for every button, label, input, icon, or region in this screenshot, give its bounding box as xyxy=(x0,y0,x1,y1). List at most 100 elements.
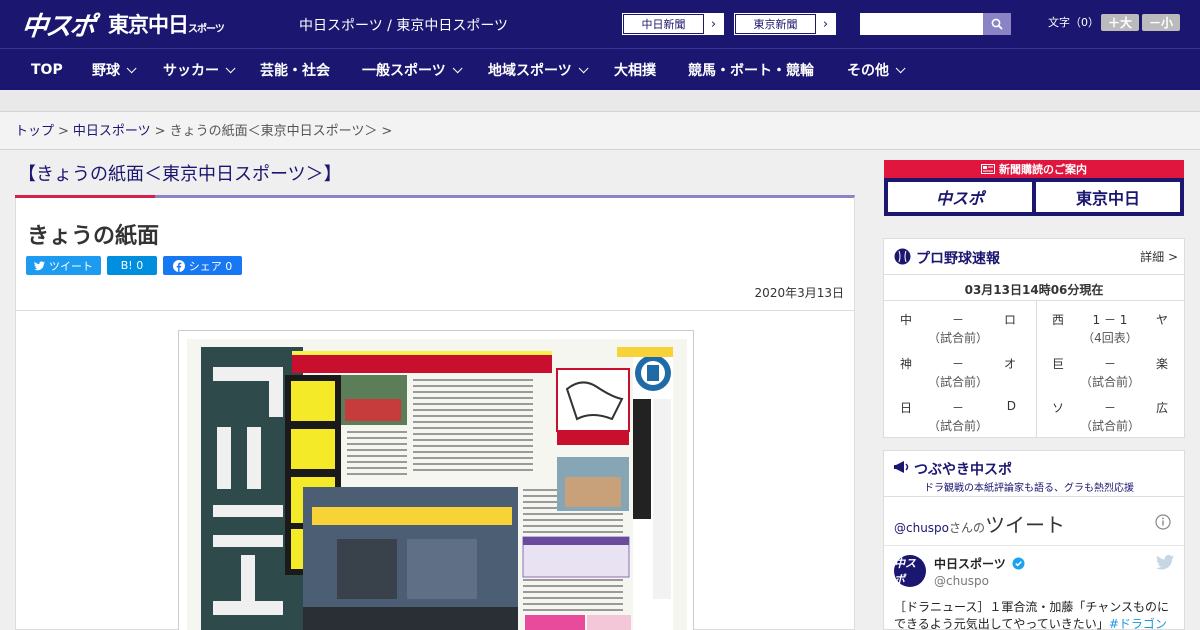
game-status: （試合前） xyxy=(927,419,988,433)
game-status: （試合前） xyxy=(927,331,988,345)
divider xyxy=(884,545,1184,546)
baseball-icon xyxy=(894,248,911,265)
twitter-bird-icon[interactable] xyxy=(1156,555,1174,570)
game-score[interactable]: 日 － D （試合前） xyxy=(884,389,1032,433)
breadcrumb-separator: > xyxy=(154,124,166,139)
avatar[interactable]: 中スポ xyxy=(894,555,926,587)
handle-suffix: さんの xyxy=(949,521,986,535)
twitter-widget-header: つぶやき中スポ ドラ観戦の本紙評論家も語る、グラも熱烈応援 xyxy=(884,451,1184,497)
nav-item-soccer[interactable]: サッカー xyxy=(163,49,236,91)
nav-label: 競馬・ボート・競輪 xyxy=(688,63,814,79)
newspaper-front-page xyxy=(187,339,687,630)
account-name[interactable]: 中日スポーツ xyxy=(934,555,1025,572)
game-score[interactable]: ソ － 広 （試合前） xyxy=(1036,389,1184,433)
game-score[interactable]: 巨 － 楽 （試合前） xyxy=(1036,345,1184,389)
chevron-down-icon xyxy=(126,62,137,73)
game-score[interactable]: 中 － ロ （試合前） xyxy=(884,301,1032,345)
scoreboard-timestamp: 03月13日14時06分現在 xyxy=(884,275,1184,301)
team-away: D xyxy=(1006,399,1016,413)
info-icon[interactable] xyxy=(1155,514,1171,530)
hatena-bookmark-button[interactable]: B! 0 xyxy=(107,256,157,275)
tweet-label: ツイート xyxy=(49,259,93,273)
search-button[interactable] xyxy=(983,13,1011,35)
baseball-scoreboard: プロ野球速報 詳細 > 03月13日14時06分現在 中 － ロ （試合前） 西… xyxy=(883,238,1185,438)
twitter-widget-subtitle: ドラ観戦の本紙評論家も語る、グラも熱烈応援 xyxy=(924,483,1134,494)
nav-item-sumo[interactable]: 大相撲 xyxy=(614,49,656,91)
search-icon xyxy=(991,18,1003,30)
search-input[interactable] xyxy=(860,13,983,35)
nav-item-general-sports[interactable]: 一般スポーツ xyxy=(362,49,463,91)
chevron-down-icon xyxy=(895,62,906,73)
chevron-down-icon xyxy=(578,62,589,73)
newspaper-image-frame[interactable] xyxy=(178,330,694,630)
chevron-down-icon xyxy=(225,62,236,73)
chevron-down-icon xyxy=(452,62,463,73)
logo-tokyo-chunichi[interactable]: 東京中日スポーツ xyxy=(108,9,225,39)
subscription-title-text: 新聞購読のご案内 xyxy=(999,163,1087,176)
logo-tokyo-small: スポーツ xyxy=(188,24,225,35)
scoreboard-title: プロ野球速報 xyxy=(916,251,1000,267)
newspaper-icon xyxy=(981,164,995,174)
top-header: 中スポ 東京中日スポーツ 中日スポーツ / 東京中日スポーツ 中日新聞 › 東京… xyxy=(0,0,1200,48)
team-away: ロ xyxy=(1003,313,1016,327)
team-away: ヤ xyxy=(1155,313,1168,327)
tokyo-shimbun-label: 東京新聞 xyxy=(735,14,815,34)
megaphone-icon xyxy=(894,461,909,473)
facebook-share-button[interactable]: シェア 0 xyxy=(163,256,242,275)
team-away: 楽 xyxy=(1155,357,1168,371)
account-name-text: 中日スポーツ xyxy=(934,557,1006,571)
scoreboard-detail-link[interactable]: 詳細 > xyxy=(1140,248,1178,265)
logo-chuspo[interactable]: 中スポ xyxy=(20,6,96,43)
tweet-text: ［ドラニュース］１軍合流・加藤「チャンスものにできるよう元気出してやっていきたい… xyxy=(894,599,1179,630)
facebook-icon xyxy=(172,259,185,272)
subscribe-chuspo-button[interactable]: 中スポ xyxy=(888,182,1032,212)
nav-label: 地域スポーツ xyxy=(488,63,572,79)
nav-item-top[interactable]: TOP xyxy=(31,49,63,91)
tweets-label: ツイート xyxy=(985,513,1066,537)
breadcrumb: トップ > 中日スポーツ > きょうの紙面＜東京中日スポーツ＞ > xyxy=(0,112,1200,150)
chunichi-shimbun-link[interactable]: 中日新聞 › xyxy=(622,13,724,35)
newspaper-illustration xyxy=(201,347,673,630)
game-score[interactable]: 西 1 － 1 ヤ （4回表） xyxy=(1036,301,1184,345)
breadcrumb-top[interactable]: トップ xyxy=(15,124,54,139)
article-title: きょうの紙面 xyxy=(27,224,160,249)
twitter-handle-link[interactable]: @chuspo xyxy=(894,521,949,535)
nav-label: その他 xyxy=(847,63,889,79)
game-status: （試合前） xyxy=(1079,419,1140,433)
nav-label: 一般スポーツ xyxy=(362,63,446,79)
font-size-up-button[interactable]: ＋大 xyxy=(1101,14,1139,31)
twitter-widget-title: つぶやき中スポ xyxy=(914,462,1012,478)
nav-label: サッカー xyxy=(163,63,219,79)
divider xyxy=(16,310,854,311)
page-heading: 【きょうの紙面＜東京中日スポーツ＞】 xyxy=(18,164,342,185)
twitter-widget: つぶやき中スポ ドラ観戦の本紙評論家も語る、グラも熱烈応援 @chuspoさんの… xyxy=(883,450,1185,630)
main-nav: TOP 野球 サッカー 芸能・社会 一般スポーツ 地域スポーツ 大相撲 競馬・ボ… xyxy=(0,48,1200,90)
nav-item-other[interactable]: その他 xyxy=(847,49,906,91)
subscription-title: 新聞購読のご案内 xyxy=(884,160,1184,178)
nav-item-racing[interactable]: 競馬・ボート・競輪 xyxy=(688,49,814,91)
team-away: オ xyxy=(1003,357,1016,371)
nav-item-baseball[interactable]: 野球 xyxy=(92,49,137,91)
nav-item-local-sports[interactable]: 地域スポーツ xyxy=(488,49,589,91)
tweet-button[interactable]: ツイート xyxy=(26,256,101,275)
account-id[interactable]: @chuspo xyxy=(934,574,989,588)
logo-tokyo-text: 東京中日 xyxy=(108,13,189,37)
subscribe-tokyo-chunichi-button[interactable]: 東京中日 xyxy=(1036,182,1180,212)
ad-strip xyxy=(0,90,1200,112)
site-logo[interactable]: 中スポ 東京中日スポーツ xyxy=(20,6,225,43)
accent-line xyxy=(15,195,155,198)
breadcrumb-separator: > xyxy=(381,124,393,139)
font-size-down-button[interactable]: －小 xyxy=(1142,14,1180,31)
nav-label: 大相撲 xyxy=(614,63,656,79)
twitter-bird-icon xyxy=(34,260,45,270)
article-card: きょうの紙面 ツイート B! 0 シェア 0 2020年3月13日 xyxy=(15,195,855,630)
site-title[interactable]: 中日スポーツ / 東京中日スポーツ xyxy=(299,15,508,35)
game-score[interactable]: 神 － オ （試合前） xyxy=(884,345,1032,389)
tweets-by-heading: @chuspoさんのツイート xyxy=(894,509,1065,538)
tokyo-shimbun-link[interactable]: 東京新聞 › xyxy=(734,13,836,35)
game-status: （試合前） xyxy=(1079,375,1140,389)
nav-item-entertainment[interactable]: 芸能・社会 xyxy=(260,49,330,91)
breadcrumb-chuspo[interactable]: 中日スポーツ xyxy=(73,124,151,139)
scoreboard-header: プロ野球速報 詳細 > xyxy=(884,239,1184,275)
hashtag-link[interactable]: #ドラゴン xyxy=(1109,617,1167,630)
